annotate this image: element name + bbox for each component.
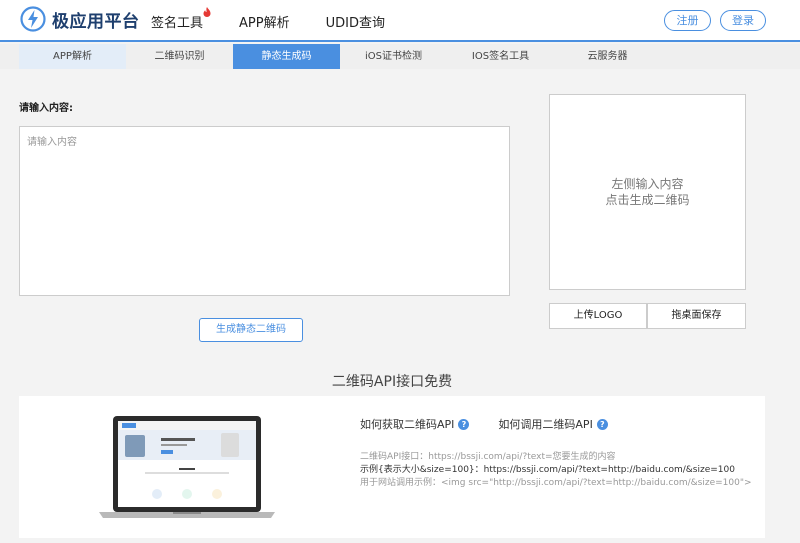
save-to-desktop-button[interactable]: 拖桌面保存 bbox=[647, 303, 746, 329]
tool-tabs: APP解析 二维码识别 静态生成码 iOS证书检测 IOS签名工具 云服务器 bbox=[0, 44, 800, 69]
tab-static-qr[interactable]: 静态生成码 bbox=[233, 44, 340, 69]
nav-item-app-parse[interactable]: APP解析 bbox=[239, 12, 290, 31]
site-logo[interactable]: 极应用平台 bbox=[20, 6, 140, 32]
question-icon: ? bbox=[458, 418, 470, 430]
qr-preview-box: 左侧输入内容 点击生成二维码 bbox=[549, 94, 746, 290]
logo-text: 极应用平台 bbox=[52, 11, 140, 32]
nav-item-udid-query[interactable]: UDID查询 bbox=[326, 12, 385, 31]
nav-item-label: APP解析 bbox=[239, 16, 290, 31]
tab-app-parse[interactable]: APP解析 bbox=[19, 44, 126, 69]
how-to-call-api-label: 如何调用二维码API bbox=[498, 418, 593, 431]
tab-qr-recognize[interactable]: 二维码识别 bbox=[126, 44, 233, 69]
question-icon: ? bbox=[596, 418, 608, 430]
upload-logo-button[interactable]: 上传LOGO bbox=[549, 303, 647, 329]
nav-item-label: 签名工具 bbox=[151, 16, 204, 31]
nav-item-sign-tool[interactable]: 签名工具 bbox=[151, 7, 211, 31]
tab-ios-cert-check[interactable]: iOS证书检测 bbox=[340, 44, 447, 69]
tab-ios-sign-tool[interactable]: IOS签名工具 bbox=[447, 44, 554, 69]
api-embed-example-text: 用于网站调用示例：<img src="http://bssji.com/api/… bbox=[360, 478, 752, 488]
main-nav: 签名工具 APP解析 UDID查询 bbox=[151, 7, 421, 31]
top-header: 极应用平台 签名工具 APP解析 UDID查询 注册 登录 bbox=[0, 0, 800, 42]
how-to-get-api-link[interactable]: 如何获取二维码API ? bbox=[360, 416, 470, 432]
content-label: 请输入内容: bbox=[19, 103, 73, 114]
tab-cloud-server[interactable]: 云服务器 bbox=[554, 44, 661, 69]
api-example-text: 示例{表示大小&size=100}：https://bssji.com/api/… bbox=[360, 465, 735, 475]
nav-item-label: UDID查询 bbox=[325, 16, 385, 31]
api-section-title: 二维码API接口免费 bbox=[331, 374, 453, 390]
laptop-illustration bbox=[99, 416, 275, 518]
login-button[interactable]: 登录 bbox=[720, 10, 766, 31]
preview-hint-line2: 点击生成二维码 bbox=[605, 193, 690, 207]
register-button[interactable]: 注册 bbox=[664, 10, 711, 31]
preview-hint-line1: 左侧输入内容 bbox=[611, 177, 684, 191]
api-help-links: 如何获取二维码API ? 如何调用二维码API ? bbox=[360, 416, 637, 432]
hot-flame-icon bbox=[203, 7, 211, 17]
api-endpoint-text: 二维码API接口：https://bssji.com/api/?text=您要生… bbox=[360, 452, 616, 462]
generate-static-qr-button[interactable]: 生成静态二维码 bbox=[199, 318, 303, 342]
content-input[interactable] bbox=[19, 126, 510, 296]
how-to-call-api-link[interactable]: 如何调用二维码API ? bbox=[498, 416, 608, 432]
how-to-get-api-label: 如何获取二维码API bbox=[360, 418, 455, 431]
lightning-logo-icon bbox=[20, 6, 46, 32]
api-info-card: 如何获取二维码API ? 如何调用二维码API ? 二维码API接口：https… bbox=[19, 396, 765, 538]
